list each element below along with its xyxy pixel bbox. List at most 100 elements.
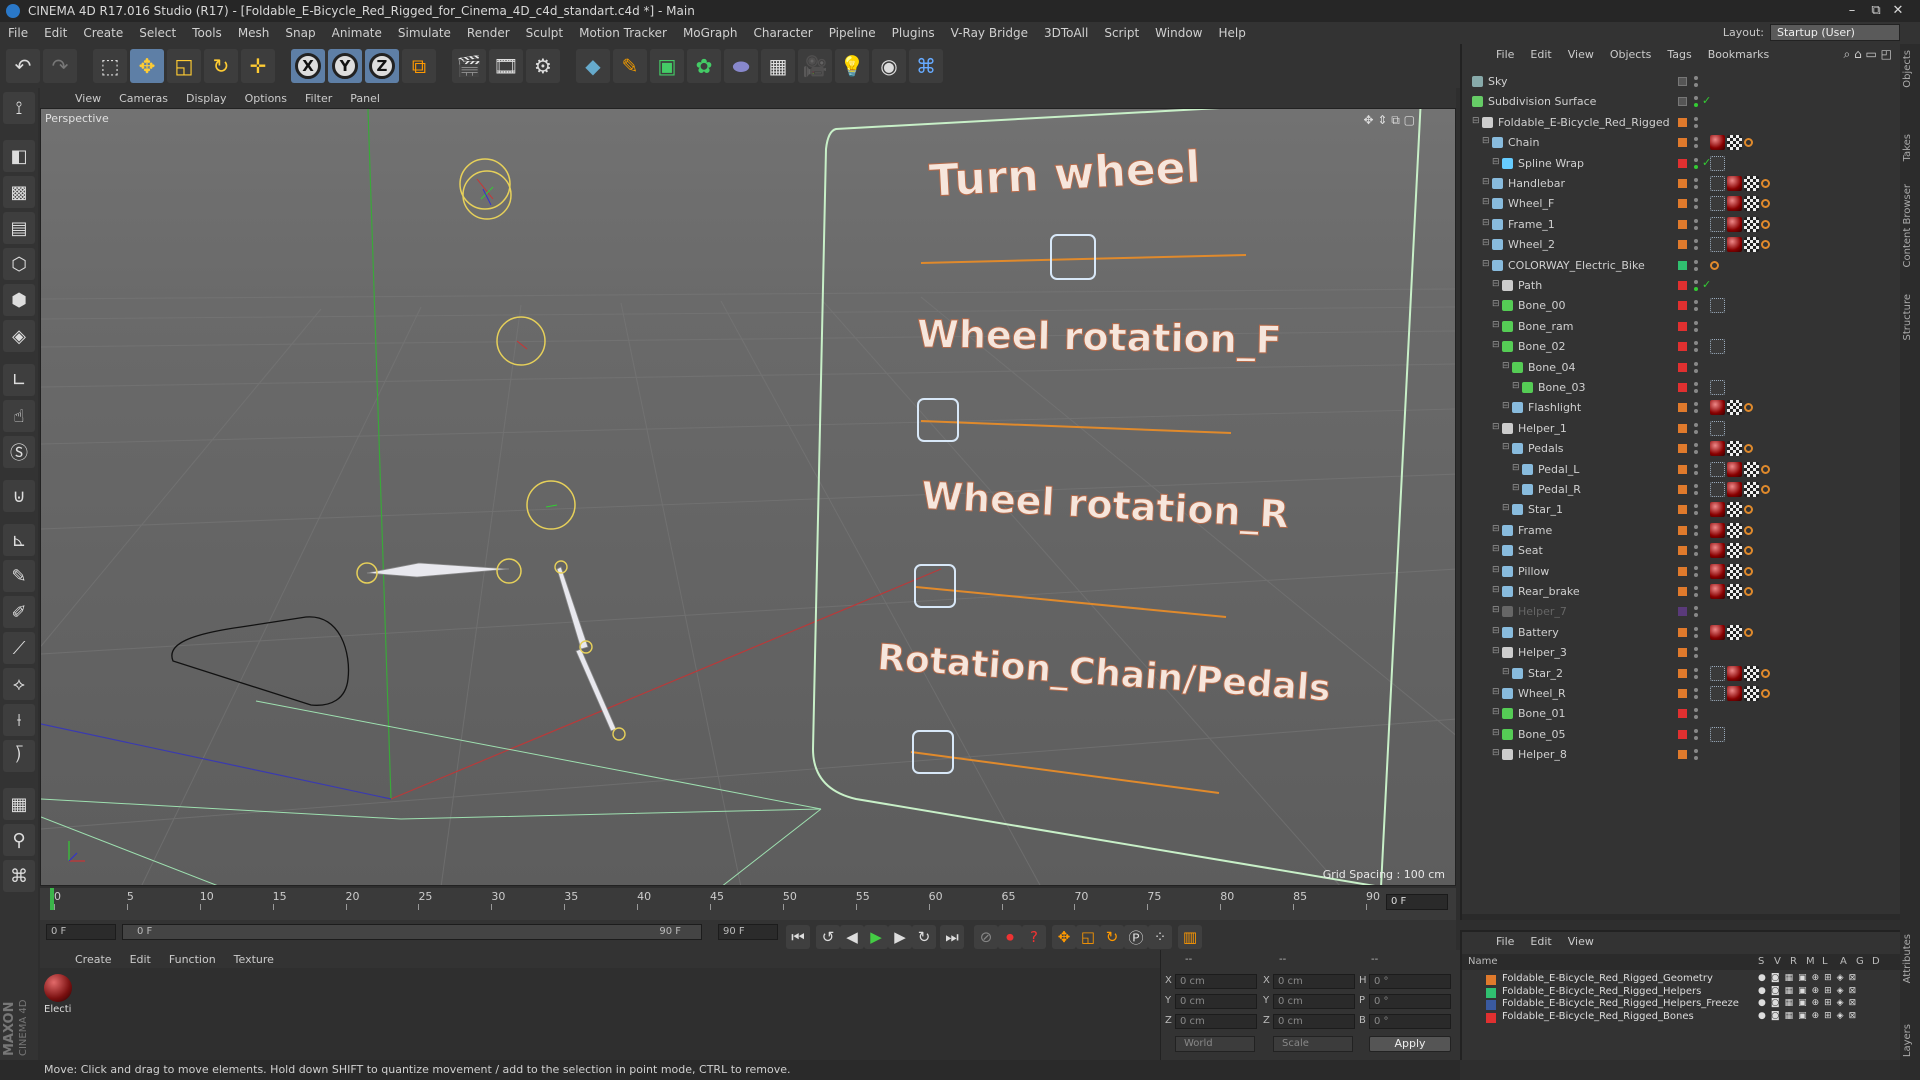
layer-color-swatch[interactable] [1678,546,1687,556]
editor-visibility-dot[interactable] [1694,137,1698,142]
coordinate-system-icon[interactable]: ⧉ [402,49,436,83]
grid-icon[interactable]: ▦ [3,788,35,820]
key-parameter-icon[interactable]: Ⓟ [1124,925,1148,949]
key-pla-icon[interactable]: ⁘ [1148,925,1172,949]
expand-toggle-icon[interactable]: ⊟ [1492,707,1500,717]
expand-toggle-icon[interactable]: ⊟ [1502,503,1510,513]
material-name[interactable]: Electi [44,1004,71,1015]
object-name[interactable]: Bone_04 [1528,361,1576,374]
object-name[interactable]: Wheel_R [1518,687,1566,700]
object-name[interactable]: Helper_1 [1518,422,1567,435]
layer-color-swatch[interactable] [1678,729,1687,739]
ik-tag-icon[interactable] [1710,155,1725,171]
model-mode-icon[interactable]: ◧ [3,140,35,172]
object-row[interactable]: ⊟ Frame [1462,521,1902,541]
ik-tag-icon[interactable] [1710,665,1725,681]
object-row[interactable]: ⊟ Flashlight [1462,398,1902,418]
obj-menu-objects[interactable]: Objects [1602,48,1660,61]
editor-visibility-dot[interactable] [1694,280,1698,284]
ik-tag-icon[interactable] [1710,726,1725,742]
layer-color-swatch[interactable] [1678,260,1687,270]
object-row[interactable]: ⊟ Helper_3 [1462,643,1902,663]
layer-color-swatch[interactable] [1678,138,1687,148]
object-row[interactable]: ⊟ Helper_1 [1462,419,1902,439]
object-name[interactable]: Bone_00 [1518,299,1566,312]
menu-file[interactable]: File [0,26,36,40]
object-row[interactable]: ⊟ Spline Wrap ✓ [1462,154,1902,174]
layer-color-swatch[interactable] [1486,987,1496,998]
viewport-camera-label[interactable]: Perspective [45,112,109,125]
protection-tag-icon[interactable] [1761,485,1770,494]
menu-simulate[interactable]: Simulate [390,26,459,40]
object-name[interactable]: Path [1518,279,1542,292]
object-row[interactable]: ⊟ COLORWAY_Electric_Bike [1462,256,1902,276]
vp-menu-cameras[interactable]: Cameras [110,92,177,105]
ik-tool-icon[interactable]: ⟋ [3,632,35,664]
side-tab-attributes[interactable]: Attributes [1902,934,1913,983]
menu-snap[interactable]: Snap [277,26,323,40]
object-name[interactable]: Pillow [1518,565,1549,578]
texture-tag-icon[interactable] [1727,624,1742,640]
render-visibility-dot[interactable] [1694,633,1698,638]
texture-tag-icon[interactable] [1744,216,1759,232]
object-row[interactable]: ⊟ Battery [1462,623,1902,643]
layer-color-swatch[interactable] [1678,750,1687,760]
render-settings-icon[interactable]: ⚙ [526,49,560,83]
object-row[interactable]: ⊟ Foldable_E-Bicycle_Red_Rigged [1462,113,1902,133]
menu-help[interactable]: Help [1210,26,1253,40]
expand-toggle-icon[interactable]: ⊟ [1512,483,1520,493]
layer-color-swatch[interactable] [1678,587,1687,596]
menu-edit[interactable]: Edit [36,26,75,40]
texture-tag-icon[interactable] [1727,441,1742,457]
expand-toggle-icon[interactable]: ⊟ [1482,238,1490,248]
object-row[interactable]: ⊟ Chain [1462,133,1902,153]
editor-visibility-dot[interactable] [1694,76,1698,80]
object-name[interactable]: Seat [1518,544,1543,557]
expand-toggle-icon[interactable]: ⊟ [1492,422,1500,432]
layer-color-swatch[interactable] [1678,342,1687,352]
menu-vray-bridge[interactable]: V-Ray Bridge [943,26,1036,40]
editor-visibility-dot[interactable] [1694,504,1698,509]
render-visibility-dot[interactable] [1694,674,1698,679]
live-selection-icon[interactable]: ⬚ [93,49,127,83]
material-tag-icon[interactable] [1710,441,1725,457]
menu-character[interactable]: Character [745,26,820,40]
coordinate-mode-dropdown[interactable]: World [1175,1036,1255,1052]
layer-row[interactable]: Foldable_E-Bicycle_Red_Rigged_Bones ●◙▦▣⊕… [1462,1010,1902,1025]
object-row[interactable]: ⊟ Handlebar [1462,174,1902,194]
protection-tag-icon[interactable] [1761,199,1770,209]
record-keys-off-icon[interactable]: ⊘ [974,925,998,949]
editor-visibility-dot[interactable] [1694,484,1698,488]
material-tag-icon[interactable] [1727,461,1742,477]
expand-toggle-icon[interactable]: ⊟ [1512,381,1520,391]
object-name[interactable]: Flashlight [1528,401,1581,414]
expand-toggle-icon[interactable]: ⊟ [1492,565,1500,575]
paint-weight-icon[interactable]: ✐ [3,596,35,628]
editor-visibility-dot[interactable] [1694,259,1698,264]
undo-icon[interactable]: ↶ [6,49,40,83]
editor-visibility-dot[interactable] [1694,586,1698,590]
layer-color-swatch[interactable] [1678,362,1687,372]
object-row[interactable]: ⊟ Pedal_L [1462,460,1902,480]
material-tag-icon[interactable] [1727,237,1742,253]
render-visibility-dot[interactable] [1694,389,1698,393]
render-visibility-dot[interactable] [1694,593,1698,597]
obj-menu-tags[interactable]: Tags [1659,48,1699,61]
expand-toggle-icon[interactable]: ⊟ [1492,299,1500,309]
layout-dropdown[interactable]: Startup (User) [1770,24,1900,41]
python-script-icon[interactable]: ⌘ [3,860,35,892]
mat-menu-texture[interactable]: Texture [225,953,283,966]
ik-tag-icon[interactable] [1710,420,1725,436]
render-visibility-dot[interactable] [1694,756,1698,761]
menu-sculpt[interactable]: Sculpt [518,26,571,40]
object-row[interactable]: ⊟ Path ✓ [1462,276,1902,296]
make-editable-icon[interactable]: ⟟ [3,92,35,124]
obj-menu-file[interactable]: File [1488,48,1522,61]
object-name[interactable]: Bone_05 [1518,728,1566,741]
object-row[interactable]: ⊟ Pillow [1462,562,1902,582]
expand-toggle-icon[interactable]: ⊟ [1492,605,1500,615]
material-tag-icon[interactable] [1727,216,1742,232]
editor-visibility-dot[interactable] [1694,402,1698,407]
texture-tag-icon[interactable] [1727,502,1742,518]
material-tag-icon[interactable] [1710,624,1725,640]
